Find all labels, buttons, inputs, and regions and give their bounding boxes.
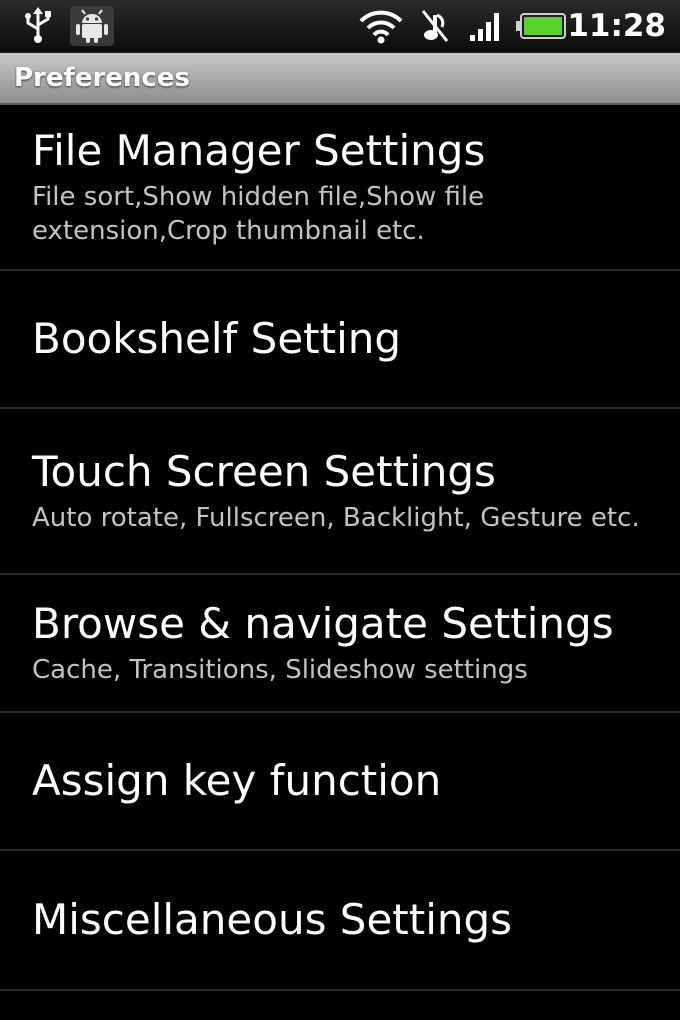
usb-icon: [18, 6, 58, 46]
settings-item-summary: File sort,Show hidden file,Show file ext…: [32, 182, 485, 246]
settings-item-touch-screen[interactable]: Touch Screen Settings Auto rotate, Fulls…: [0, 409, 680, 575]
android-icon: [70, 6, 114, 46]
page-title: Preferences: [14, 63, 190, 93]
status-clock: 11:28: [567, 8, 666, 44]
settings-item-label: Assign key function: [32, 756, 442, 805]
settings-item-browse-navigate[interactable]: Browse & navigate Settings Cache, Transi…: [0, 575, 680, 713]
settings-item-label: Touch Screen Settings: [32, 447, 496, 496]
settings-item-bookshelf[interactable]: Bookshelf Setting: [0, 271, 680, 409]
settings-item-label: Miscellaneous Settings: [32, 895, 513, 944]
title-bar: Preferences: [0, 53, 680, 105]
signal-icon: [466, 6, 506, 46]
battery-icon: [514, 6, 568, 46]
wifi-icon: [356, 6, 406, 46]
settings-item-label: File Manager Settings: [32, 126, 486, 175]
ringer-off-icon: [418, 6, 452, 46]
settings-item-label: Browse & navigate Settings: [32, 599, 614, 648]
settings-item-summary: Auto rotate, Fullscreen, Backlight, Gest…: [32, 503, 640, 533]
settings-item-file-manager[interactable]: File Manager Settings File sort,Show hid…: [0, 105, 680, 271]
status-bar: 11:28: [0, 0, 680, 53]
preferences-list: File Manager Settings File sort,Show hid…: [0, 105, 680, 991]
settings-item-assign-key[interactable]: Assign key function: [0, 713, 680, 851]
settings-item-label: Bookshelf Setting: [32, 314, 402, 363]
settings-item-miscellaneous[interactable]: Miscellaneous Settings: [0, 851, 680, 991]
settings-item-summary: Cache, Transitions, Slideshow settings: [32, 655, 528, 685]
